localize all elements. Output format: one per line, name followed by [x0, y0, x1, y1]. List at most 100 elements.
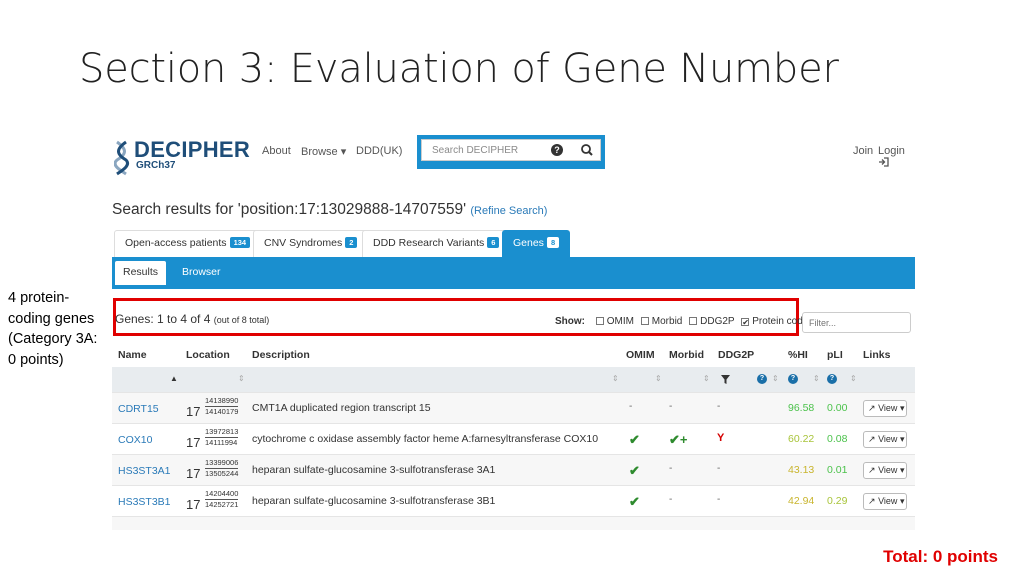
subtab-browser[interactable]: Browser — [174, 261, 229, 285]
morbid-value: - — [669, 401, 673, 412]
nav-join[interactable]: Join — [853, 145, 873, 157]
view-label: View — [878, 496, 898, 506]
pli-value: 0.01 — [827, 464, 848, 476]
morbid-checkbox[interactable] — [640, 317, 649, 325]
view-dropdown-button[interactable]: ↗ View ▾ — [863, 493, 907, 510]
tab-open-access-patients[interactable]: Open-access patients 134 — [114, 230, 262, 257]
morbid-value: ✔+ — [669, 432, 688, 447]
gene-end: 14252721 — [205, 500, 239, 509]
hi-value: 42.94 — [788, 495, 815, 507]
protein-coding-checkbox[interactable]: ✔ — [741, 318, 750, 327]
search-panel: ? — [417, 135, 605, 169]
col-header-description[interactable]: Description — [252, 349, 310, 361]
external-link-icon: ↗ — [868, 496, 876, 506]
search-input[interactable] — [422, 140, 546, 160]
genome-build-label: GRCh37 — [136, 160, 176, 171]
col-header-hi[interactable]: %HI — [788, 349, 808, 361]
table-row: HS3ST3B1 17 14204400 14252721 heparan sul… — [112, 485, 915, 516]
genes-count-main: Genes: 1 to 4 of 4 — [115, 312, 211, 326]
table-row: COX10 17 13972813 14111994 cytochrome c o… — [112, 423, 915, 454]
tab-cnv-syndromes[interactable]: CNV Syndromes 2 — [253, 230, 369, 257]
gene-link[interactable]: COX10 — [118, 434, 152, 446]
view-dropdown-button[interactable]: ↗ View ▾ — [863, 462, 907, 479]
sort-icon[interactable]: ⇕ — [772, 374, 779, 383]
total-points: Total: 0 points — [883, 547, 998, 566]
pli-value: 0.00 — [827, 402, 848, 414]
sort-icon[interactable]: ⇕ — [238, 374, 245, 383]
gene-position: 14138990 14140179 — [205, 396, 239, 417]
subtab-results[interactable]: Results — [115, 261, 167, 285]
question-circle-icon[interactable]: ? — [757, 374, 767, 384]
nav-about[interactable]: About — [262, 145, 291, 157]
pli-value: 0.08 — [827, 433, 848, 445]
hi-value: 60.22 — [788, 433, 815, 445]
sort-icon[interactable]: ⇕ — [655, 374, 662, 383]
omim-value: - — [629, 401, 633, 412]
sort-icon[interactable]: ⇕ — [850, 374, 857, 383]
gene-description: heparan sulfate-glucosamine 3-sulfotrans… — [252, 464, 496, 476]
tab-ddd-research-variants[interactable]: DDD Research Variants 6 — [362, 230, 511, 257]
tab-label: DDD Research Variants — [373, 237, 485, 249]
decipher-screenshot: DECIPHER GRCh37 About Browse ▾ DDD(UK) ?… — [112, 128, 915, 530]
tab-label: Genes — [513, 237, 544, 249]
col-header-links: Links — [863, 349, 891, 361]
col-header-location[interactable]: Location — [186, 349, 230, 361]
table-row: HS3ST3A1 17 13399006 13505244 heparan sul… — [112, 454, 915, 485]
caret-down-icon: ▾ — [899, 434, 905, 444]
ddg2p-value: Y — [717, 432, 725, 444]
caret-down-icon: ▾ — [899, 403, 905, 413]
external-link-icon: ↗ — [868, 465, 876, 475]
nav-browse[interactable]: Browse ▾ — [301, 145, 346, 158]
col-header-omim[interactable]: OMIM — [626, 349, 655, 361]
omim-value: ✔ — [629, 494, 640, 509]
tab-genes[interactable]: Genes 8 — [502, 230, 571, 257]
sort-icon[interactable]: ⇕ — [703, 374, 710, 383]
side-note-line: (Category 3A: — [8, 331, 98, 347]
side-note-line: 0 points) — [8, 351, 64, 368]
tab-count-badge: 2 — [345, 237, 358, 248]
col-header-morbid[interactable]: Morbid — [669, 349, 704, 361]
sort-ascending-icon[interactable]: ▲ — [170, 374, 178, 383]
search-inner: ? — [421, 139, 601, 161]
genes-count: Genes: 1 to 4 of 4 (out of 8 total) — [115, 312, 269, 326]
col-header-name[interactable]: Name — [118, 349, 147, 361]
col-header-ddg2p[interactable]: DDG2P — [718, 349, 754, 361]
nav-login-label: Login — [878, 145, 905, 157]
sort-icon[interactable]: ⇕ — [612, 374, 619, 383]
morbid-value: - — [669, 463, 673, 474]
genes-count-sub: (out of 8 total) — [213, 315, 270, 325]
filter-icon[interactable] — [721, 375, 730, 384]
chromosome: 17 — [186, 435, 201, 450]
question-circle-icon[interactable]: ? — [788, 374, 798, 384]
nav-ddd-uk[interactable]: DDD(UK) — [356, 145, 402, 157]
table-row: CDRT15 17 14138990 14140179 CMT1A duplica… — [112, 392, 915, 423]
filter-input[interactable] — [802, 312, 911, 333]
ddg2p-value: - — [717, 401, 721, 412]
question-circle-icon[interactable]: ? — [827, 374, 837, 384]
gene-position: 13972813 14111994 — [205, 427, 239, 448]
chromosome: 17 — [186, 466, 201, 481]
ddg2p-value: - — [717, 494, 721, 505]
omim-value: ✔ — [629, 463, 640, 478]
omim-value: ✔ — [629, 432, 640, 447]
gene-link[interactable]: HS3ST3A1 — [118, 465, 171, 477]
hi-value: 43.13 — [788, 464, 815, 476]
sort-icon[interactable]: ⇕ — [813, 374, 820, 383]
search-icon[interactable] — [576, 141, 598, 159]
view-dropdown-button[interactable]: ↗ View ▾ — [863, 431, 907, 448]
tab-count-badge: 6 — [487, 237, 500, 248]
gene-start: 14204400 — [205, 489, 239, 500]
tab-label: CNV Syndromes — [264, 237, 343, 249]
nav-login[interactable]: Login — [878, 145, 915, 169]
gene-link[interactable]: HS3ST3B1 — [118, 496, 171, 508]
gene-link[interactable]: CDRT15 — [118, 403, 159, 415]
side-note-line: 4 protein- — [8, 290, 70, 306]
ddg2p-checkbox[interactable] — [689, 317, 698, 325]
question-circle-icon[interactable]: ? — [551, 144, 563, 156]
sort-filter-row: ▲ ⇕ ⇕ ⇕ ⇕ ? ⇕ ? ⇕ ? ⇕ — [112, 367, 915, 392]
refine-search-link[interactable]: (Refine Search) — [470, 205, 547, 217]
view-label: View — [878, 403, 898, 413]
col-header-pli[interactable]: pLI — [827, 349, 843, 361]
omim-checkbox[interactable] — [595, 317, 604, 325]
view-dropdown-button[interactable]: ↗ View ▾ — [863, 400, 907, 417]
